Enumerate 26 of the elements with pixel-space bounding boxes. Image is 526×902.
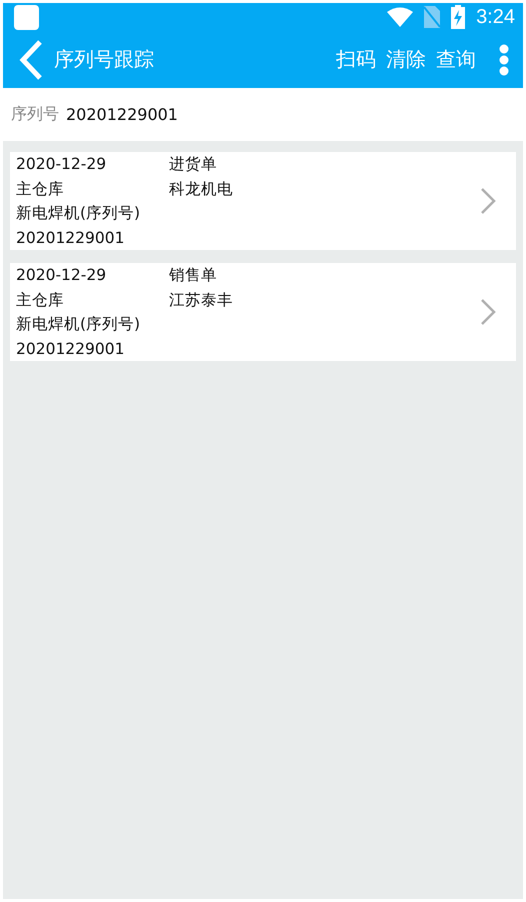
record-date: 2020-12-29 bbox=[16, 154, 108, 175]
field-value: 20201229001 bbox=[66, 105, 178, 124]
wifi-icon bbox=[387, 7, 414, 27]
record-card[interactable]: 2020-12-29 主仓库 新电焊机(序列号) 20201229001 销售单 江苏泰丰 bbox=[10, 263, 516, 361]
record-card[interactable]: 2020-12-29 主仓库 新电焊机(序列号) 20201229001 进货单 科龙机电 bbox=[10, 152, 516, 250]
record-date: 2020-12-29 bbox=[16, 265, 108, 286]
record-partner: 江苏泰丰 bbox=[169, 290, 233, 310]
record-warehouse: 主仓库 bbox=[16, 178, 65, 200]
chevron-right-icon bbox=[480, 298, 496, 326]
record-warehouse: 主仓库 bbox=[16, 290, 65, 310]
record-doc-type: 销售单 bbox=[169, 265, 218, 286]
notification-icon bbox=[14, 4, 39, 30]
record-serial: 20201229001 bbox=[16, 338, 126, 360]
record-doc-type: 进货单 bbox=[169, 154, 218, 175]
screen-title: 序列号跟踪 bbox=[54, 46, 155, 73]
chevron-right-icon bbox=[480, 187, 496, 215]
more-icon[interactable] bbox=[498, 44, 510, 76]
back-icon[interactable] bbox=[18, 40, 44, 80]
record-product: 新电焊机(序列号) bbox=[16, 203, 142, 224]
record-serial: 20201229001 bbox=[16, 228, 126, 248]
field-label: 序列号 bbox=[11, 104, 59, 125]
no-sim-icon bbox=[424, 6, 440, 28]
clock-time: 3:24 bbox=[476, 6, 515, 28]
serial-field[interactable]: 序列号 20201229001 bbox=[3, 88, 523, 141]
record-product: 新电焊机(序列号) bbox=[16, 314, 142, 335]
record-partner: 科龙机电 bbox=[169, 178, 233, 200]
